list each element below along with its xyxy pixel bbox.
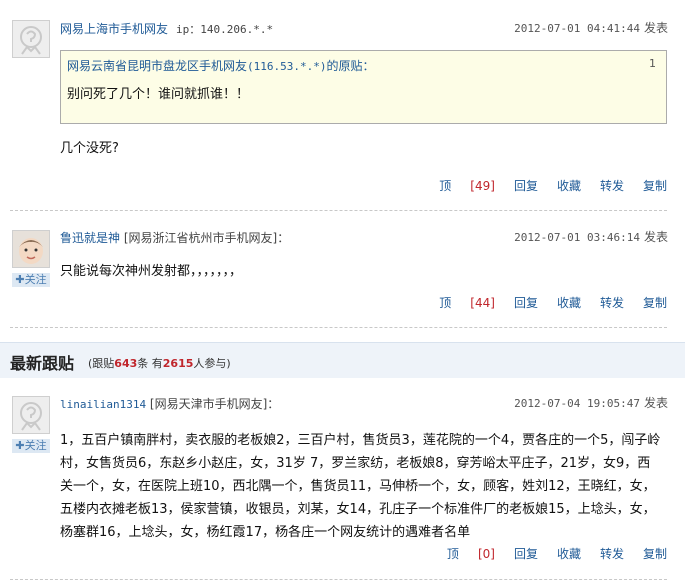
upvote-button[interactable]: 顶 [0] — [428, 547, 495, 561]
stats-prefix: (跟贴 — [88, 357, 115, 370]
upvote-label[interactable]: 顶 — [439, 179, 451, 193]
post-text: 几个没死? — [60, 141, 119, 156]
post-timestamp: 2012-07-01 04:41:44 — [514, 22, 640, 35]
copy-button[interactable]: 复制 — [643, 547, 667, 561]
post-label: 发表 — [643, 230, 668, 244]
post-text: 只能说每次神州发射都，，，，，，， — [60, 264, 243, 279]
author-location: [网易天津市手机网友]： — [149, 397, 280, 411]
favorite-button[interactable]: 收藏 — [557, 179, 581, 193]
reply-count: 643 — [114, 357, 138, 370]
post-time: 2012-07-04 19:05:47 发表 — [514, 394, 668, 411]
default-avatar-icon[interactable] — [12, 20, 50, 58]
share-button[interactable]: 转发 — [600, 179, 624, 193]
quote-source[interactable]: 网易云南省昆明市盘龙区手机网友(116.53.*.*)的原贴： — [67, 57, 375, 74]
post-divider — [10, 210, 667, 211]
quote-text: 别问死了几个！谁问就抓谁！！ — [67, 87, 250, 102]
upvote-count[interactable]: [44] — [470, 296, 495, 310]
quote-floor: 1 — [649, 57, 656, 70]
post-text: 1，五百户镇南胖村，卖衣服的老板娘2，三百户村，售货员3，莲花院的一个4，贾各庄… — [60, 433, 661, 540]
stats-suffix: 人参与) — [193, 357, 231, 370]
post-actions: 顶 [49] 回复 收藏 转发 复制 — [401, 177, 667, 194]
upvote-count[interactable]: [0] — [478, 547, 495, 561]
default-avatar-icon[interactable] — [12, 396, 50, 434]
upvote-count[interactable]: [49] — [470, 179, 495, 193]
reply-button[interactable]: 回复 — [514, 547, 538, 561]
share-button[interactable]: 转发 — [600, 547, 624, 561]
stats-mid: 条 有 — [137, 357, 163, 370]
follow-button[interactable]: ✚关注 — [12, 439, 50, 453]
post-divider — [10, 327, 667, 328]
post-author[interactable]: 鲁迅就是神 [网易浙江省杭州市手机网友]： — [60, 229, 289, 246]
section-title: 最新跟贴 — [10, 354, 75, 373]
author-name[interactable]: linailian1314 — [60, 398, 146, 411]
post-timestamp: 2012-07-01 03:46:14 — [514, 231, 640, 244]
post-label: 发表 — [643, 396, 668, 410]
reply-button[interactable]: 回复 — [514, 296, 538, 310]
post-actions: 顶 [0] 回复 收藏 转发 复制 — [409, 545, 667, 562]
post-author[interactable]: linailian1314 [网易天津市手机网友]： — [60, 395, 279, 412]
post-time: 2012-07-01 04:41:44 发表 — [514, 19, 668, 36]
author-ip: ip：140.206.*.* — [176, 23, 274, 36]
latest-replies-header: 最新跟贴 (跟贴643条 有2615人参与) — [0, 342, 685, 378]
upvote-button[interactable]: 顶 [44] — [420, 296, 495, 310]
post-time: 2012-07-01 03:46:14 发表 — [514, 228, 668, 245]
quoted-post: 网易云南省昆明市盘龙区手机网友(116.53.*.*)的原贴： 1 别问死了几个… — [60, 50, 667, 124]
quote-suffix: 的原贴： — [326, 59, 375, 73]
post-actions: 顶 [44] 回复 收藏 转发 复制 — [401, 294, 667, 311]
section-stats: (跟贴643条 有2615人参与) — [88, 355, 231, 371]
post-timestamp: 2012-07-04 19:05:47 — [514, 397, 640, 410]
favorite-button[interactable]: 收藏 — [557, 296, 581, 310]
participant-count: 2615 — [162, 357, 194, 370]
quote-ip: (116.53.*.*) — [247, 60, 327, 73]
post-label: 发表 — [643, 21, 668, 35]
upvote-label[interactable]: 顶 — [447, 547, 459, 561]
upvote-label[interactable]: 顶 — [439, 296, 451, 310]
follow-button[interactable]: ✚关注 — [12, 273, 50, 287]
author-name[interactable]: 鲁迅就是神 — [60, 231, 120, 245]
post-author[interactable]: 网易上海市手机网友 ip：140.206.*.* — [60, 20, 273, 37]
post-divider — [10, 579, 667, 580]
baby-avatar-image[interactable] — [12, 230, 50, 268]
upvote-button[interactable]: 顶 [49] — [420, 179, 495, 193]
reply-button[interactable]: 回复 — [514, 179, 538, 193]
quote-author[interactable]: 网易云南省昆明市盘龙区手机网友 — [67, 59, 247, 73]
share-button[interactable]: 转发 — [600, 296, 624, 310]
author-location: [网易浙江省杭州市手机网友]： — [123, 231, 290, 245]
author-name[interactable]: 网易上海市手机网友 — [60, 22, 168, 36]
favorite-button[interactable]: 收藏 — [557, 547, 581, 561]
copy-button[interactable]: 复制 — [643, 179, 667, 193]
copy-button[interactable]: 复制 — [643, 296, 667, 310]
